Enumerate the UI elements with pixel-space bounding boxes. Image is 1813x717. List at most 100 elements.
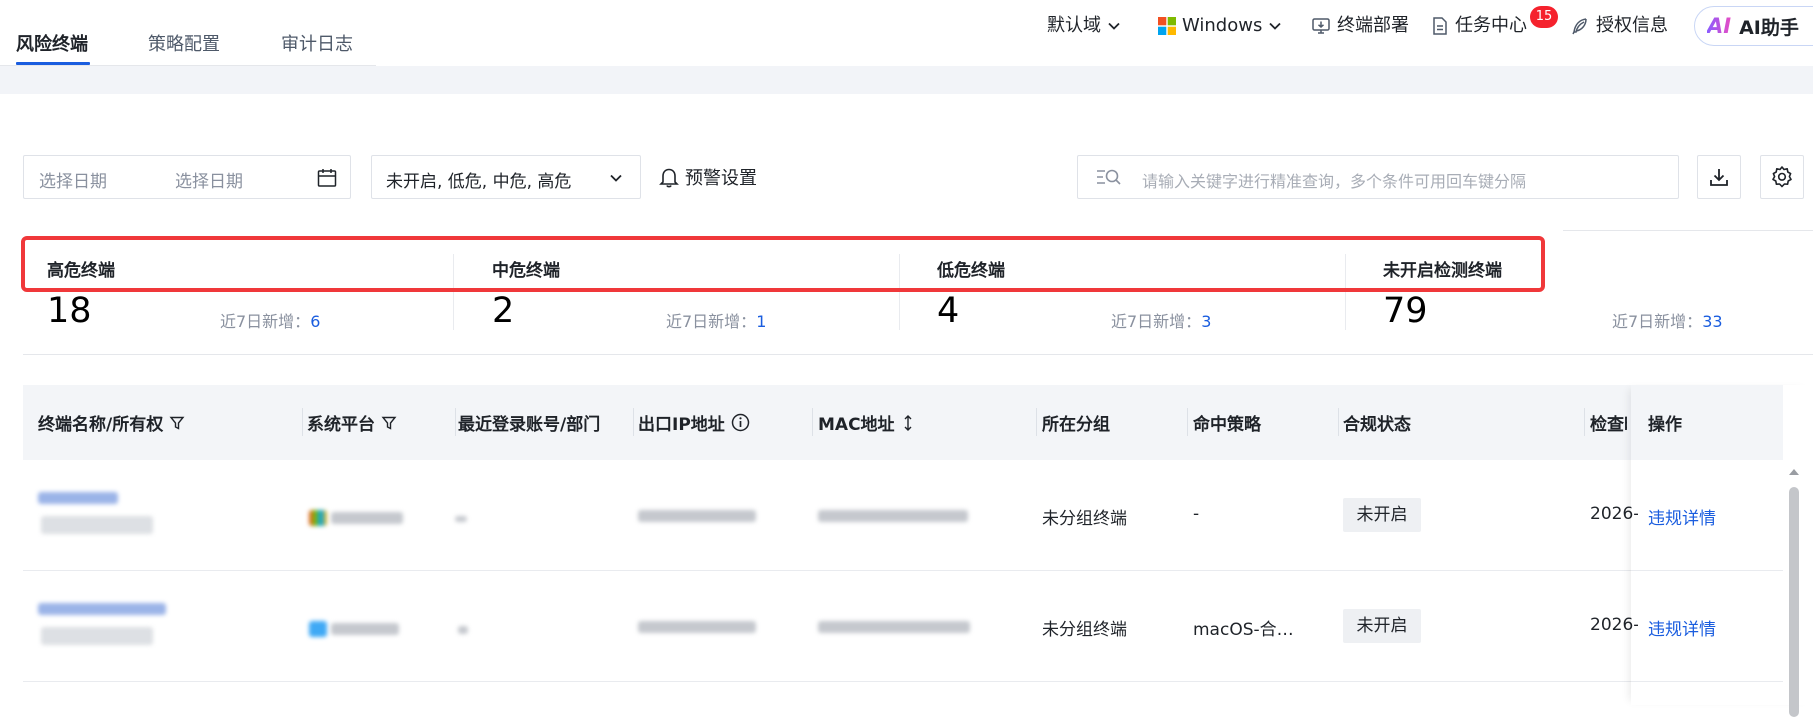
redacted-terminal-name[interactable]	[38, 603, 166, 615]
risk-level-select[interactable]: 未开启, 低危, 中危, 高危	[371, 155, 641, 199]
deploy-label: 终端部署	[1337, 15, 1409, 36]
risk-level-value: 未开启, 低危, 中危, 高危	[386, 172, 572, 192]
column-header-egress-ip: 出口IP地址	[638, 410, 750, 435]
stat-new-count-disabled[interactable]: 33	[1702, 312, 1722, 331]
stat-title-low: 低危终端	[937, 261, 1005, 281]
column-separator	[1036, 408, 1037, 436]
settings-button[interactable]	[1760, 155, 1804, 199]
windows-logo-icon	[1158, 17, 1176, 35]
column-label: 终端名称/所有权	[38, 415, 164, 435]
windows-logo-icon	[309, 510, 327, 526]
start-date-placeholder[interactable]: 选择日期	[39, 167, 107, 192]
redacted-terminal-name[interactable]	[38, 492, 118, 504]
column-label: 最近登录账号/部门	[458, 415, 601, 435]
bell-icon	[659, 168, 679, 188]
info-icon[interactable]	[731, 413, 750, 432]
column-header-last-login: 最近登录账号/部门	[458, 410, 600, 435]
stat-new-count-high[interactable]: 6	[310, 312, 320, 331]
list-search-icon	[1097, 169, 1121, 185]
column-label: 命中策略	[1193, 415, 1261, 435]
ai-assistant-label: AI助手	[1739, 16, 1799, 39]
ai-assistant-button[interactable]: AI AI助手	[1694, 6, 1813, 46]
task-center-link[interactable]: 任务中心	[1431, 14, 1527, 38]
task-center-label: 任务中心	[1455, 15, 1527, 36]
redacted-login	[458, 626, 468, 634]
redacted-platform	[331, 512, 403, 524]
vertical-scrollbar[interactable]	[1786, 465, 1800, 717]
column-separator	[812, 408, 813, 436]
column-label: 所在分组	[1042, 415, 1110, 435]
top-bar: 风险终端 策略配置 审计日志 默认域 Windows 终端部署 任务中心 15	[0, 0, 1813, 66]
stat-separator	[1345, 254, 1346, 330]
macos-logo-icon	[309, 621, 327, 637]
policy-cell: macOS-合…	[1193, 620, 1294, 640]
table-row[interactable]: 未分组终端 - 未开启 2026- 违规详情	[23, 460, 1783, 571]
alert-settings-button[interactable]: 预警设置	[659, 164, 757, 190]
stat-title-high: 高危终端	[47, 261, 115, 281]
table-row[interactable]: 未分组终端 macOS-合… 未开启 2026- 违规详情	[23, 571, 1783, 682]
gear-icon	[1772, 166, 1792, 188]
sort-icon[interactable]	[901, 414, 915, 432]
filter-icon[interactable]	[381, 415, 397, 431]
redacted-platform	[331, 623, 399, 635]
table-header: 终端名称/所有权 系统平台 最近登录账号/部门 出口IP地址 MAC地址 所在分…	[23, 385, 1783, 460]
redacted-ip	[638, 510, 756, 522]
column-separator	[302, 408, 303, 436]
column-separator	[633, 408, 634, 436]
stat-new-low: 近7日新增：3	[1111, 308, 1211, 332]
policy-cell: -	[1193, 504, 1200, 524]
divider	[23, 354, 1813, 355]
platform-label: Windows	[1182, 15, 1263, 36]
violation-details-link[interactable]: 违规详情	[1648, 504, 1716, 529]
chevron-down-icon	[1108, 22, 1120, 30]
domain-selector[interactable]: 默认域	[1047, 14, 1121, 38]
stat-new-label: 近7日新增：	[220, 312, 311, 331]
highlight-box	[21, 236, 1545, 292]
header-band	[0, 66, 1813, 94]
license-label: 授权信息	[1596, 15, 1668, 36]
tab-policy-config[interactable]: 策略配置	[148, 30, 220, 56]
scrollbar-thumb[interactable]	[1789, 487, 1799, 717]
divider	[1563, 230, 1813, 231]
stat-new-count-low[interactable]: 3	[1201, 312, 1211, 331]
tab-audit-log[interactable]: 审计日志	[281, 30, 353, 56]
compliance-status-tag: 未开启	[1343, 498, 1421, 532]
chevron-down-icon	[610, 174, 622, 182]
scroll-up-arrow-icon[interactable]	[1788, 467, 1800, 477]
violation-details-link[interactable]: 违规详情	[1648, 615, 1716, 640]
column-header-compliance: 合规状态	[1343, 410, 1411, 435]
stat-separator	[899, 254, 900, 330]
stat-new-label: 近7日新增：	[1111, 312, 1202, 331]
compliance-status-tag: 未开启	[1343, 609, 1421, 643]
stat-title-disabled: 未开启检测终端	[1383, 261, 1502, 281]
column-label: 检查时间	[1590, 415, 1627, 435]
stat-new-count-medium[interactable]: 1	[756, 312, 766, 331]
alert-settings-label: 预警设置	[685, 168, 757, 189]
terminal-deploy-link[interactable]: 终端部署	[1311, 14, 1409, 38]
export-button[interactable]	[1697, 155, 1741, 199]
stat-count-high[interactable]: 18	[47, 291, 92, 331]
stat-count-disabled[interactable]: 79	[1383, 291, 1428, 331]
stat-separator	[453, 254, 454, 330]
stat-count-medium[interactable]: 2	[492, 291, 514, 331]
date-range-picker[interactable]: 选择日期 选择日期	[23, 155, 351, 199]
filter-icon[interactable]	[169, 415, 185, 431]
end-date-placeholder[interactable]: 选择日期	[175, 167, 243, 192]
license-info-link[interactable]: 授权信息	[1570, 14, 1668, 38]
redacted-mac	[818, 621, 970, 633]
column-header-mac: MAC地址	[818, 410, 915, 435]
group-cell: 未分组终端	[1042, 620, 1127, 640]
platform-selector[interactable]: Windows	[1158, 14, 1282, 38]
monitor-download-icon	[1312, 18, 1330, 34]
stat-count-low[interactable]: 4	[937, 291, 959, 331]
column-separator	[1187, 408, 1188, 436]
tab-risk-terminals[interactable]: 风险终端	[16, 30, 88, 56]
group-cell: 未分组终端	[1042, 509, 1127, 529]
column-header-check-time: 检查时间	[1590, 410, 1627, 435]
redacted-ownership	[41, 627, 153, 645]
search-box[interactable]: 请输入关键字进行精准查询，多个条件可用回车键分隔	[1077, 155, 1679, 199]
column-label: 合规状态	[1343, 415, 1411, 435]
column-header-policy: 命中策略	[1193, 410, 1261, 435]
column-label: MAC地址	[818, 415, 895, 435]
column-separator	[1338, 408, 1339, 436]
